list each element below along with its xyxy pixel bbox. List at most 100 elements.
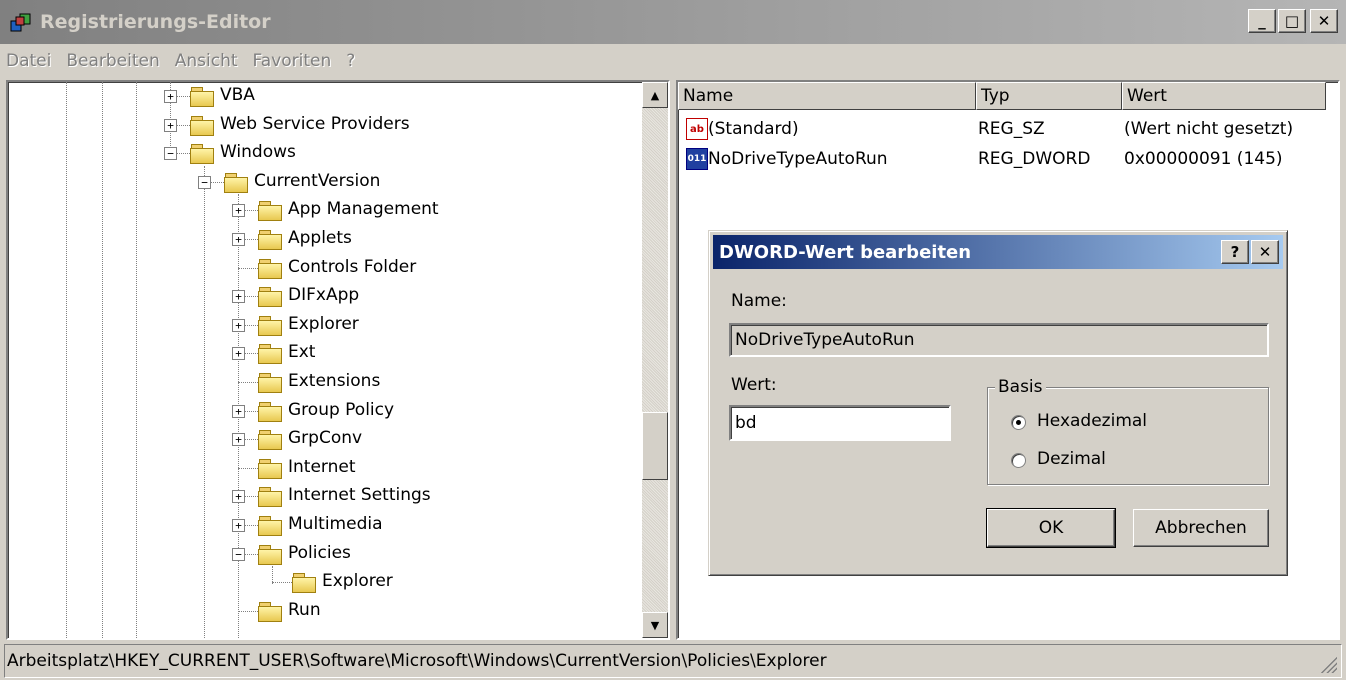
value-type: REG_DWORD <box>978 149 1091 169</box>
tree-scrollbar[interactable]: ▲ ▼ <box>642 82 668 638</box>
tree-node[interactable]: − CurrentVersion <box>8 168 638 196</box>
radio-hexadecimal[interactable] <box>1011 415 1026 430</box>
tree-node[interactable]: Run <box>8 597 638 625</box>
radio-decimal-label[interactable]: Dezimal <box>1037 449 1106 469</box>
tree-node-label: Internet <box>288 456 356 477</box>
tree-node-label: VBA <box>220 85 255 105</box>
tree-node-label: DIFxApp <box>288 285 360 306</box>
radio-decimal[interactable] <box>1011 453 1026 468</box>
expand-icon[interactable]: + <box>232 433 245 447</box>
value-label: Wert: <box>731 375 777 395</box>
menu-help[interactable]: ? <box>346 51 355 71</box>
column-header-value[interactable]: Wert <box>1122 82 1326 110</box>
folder-icon <box>258 201 282 222</box>
radio-hexadecimal-label[interactable]: Hexadezimal <box>1037 411 1147 431</box>
dialog-title-bar[interactable]: DWORD-Wert bearbeiten ? ✕ <box>713 235 1283 269</box>
tree-node[interactable]: − Windows <box>8 139 638 167</box>
menu-ansicht[interactable]: Ansicht <box>175 51 238 71</box>
tree-node[interactable]: + GrpConv <box>8 425 638 453</box>
menu-bearbeiten[interactable]: Bearbeiten <box>66 51 159 71</box>
list-header: Name Typ Wert <box>678 82 1338 110</box>
tree-node-label: Multimedia <box>288 514 383 534</box>
tree-node[interactable]: + Applets <box>8 225 638 253</box>
tree-node[interactable]: Extensions <box>8 368 638 396</box>
tree-connector <box>272 582 292 584</box>
expand-icon[interactable]: + <box>232 519 245 532</box>
expand-icon[interactable]: + <box>232 490 245 504</box>
tree-node-label: Windows <box>220 142 296 163</box>
tree-node[interactable]: Explorer <box>8 568 638 596</box>
maximize-button[interactable]: □ <box>1278 9 1306 33</box>
folder-icon <box>190 144 214 165</box>
expand-icon[interactable]: + <box>232 318 245 332</box>
expand-icon[interactable]: + <box>232 347 245 361</box>
tree-node-label: Group Policy <box>288 399 395 420</box>
tree-node[interactable]: + Group Policy <box>8 397 638 425</box>
tree-node[interactable]: + Web Service Providers <box>8 111 638 139</box>
collapse-icon[interactable]: − <box>232 547 245 561</box>
collapse-icon[interactable]: − <box>198 175 211 189</box>
expand-icon[interactable]: + <box>232 233 245 246</box>
scroll-up-button[interactable]: ▲ <box>642 82 668 108</box>
dialog-title: DWORD-Wert bearbeiten <box>719 241 972 263</box>
cancel-button[interactable]: Abbrechen <box>1133 509 1269 547</box>
list-row[interactable]: ab (Standard) REG_SZ (Wert nicht gesetzt… <box>678 114 1338 144</box>
column-header-type[interactable]: Typ <box>976 82 1122 110</box>
close-icon: ✕ <box>1317 11 1331 30</box>
expand-icon[interactable]: + <box>232 204 245 218</box>
folder-icon <box>224 172 248 193</box>
resize-grip-icon[interactable] <box>1321 657 1337 673</box>
tree-node[interactable]: + VBA <box>8 82 638 110</box>
close-button[interactable]: ✕ <box>1310 9 1338 33</box>
folder-icon <box>258 258 282 279</box>
dialog-help-button[interactable]: ? <box>1221 240 1249 264</box>
expand-icon[interactable]: + <box>232 290 245 304</box>
menu-bar: Datei Bearbeiten Ansicht Favoriten ? <box>0 44 1346 78</box>
tree-node[interactable]: Internet <box>8 454 638 482</box>
collapse-icon[interactable]: − <box>164 147 177 161</box>
expand-icon[interactable]: + <box>164 90 177 103</box>
registry-icon <box>10 13 31 32</box>
folder-icon <box>258 487 282 508</box>
dword-value-icon: 011 <box>686 148 708 170</box>
window-title: Registrierungs-Editor <box>40 11 271 33</box>
status-bar: Arbeitsplatz\HKEY_CURRENT_USER\Software\… <box>4 644 1342 678</box>
expand-icon[interactable]: + <box>164 118 177 132</box>
tree-node-label: CurrentVersion <box>254 170 381 191</box>
value-data-input[interactable]: bd <box>729 405 951 441</box>
folder-icon <box>258 516 282 536</box>
list-row[interactable]: 011 NoDriveTypeAutoRun REG_DWORD 0x00000… <box>678 144 1338 174</box>
key-tree-pane[interactable]: + VBA + Web Service Providers − Windows − Curre… <box>6 80 670 640</box>
title-bar[interactable]: Registrierungs-Editor _ □ ✕ <box>0 0 1346 44</box>
tree-node[interactable]: + Multimedia <box>8 511 638 539</box>
tree-connector <box>238 267 258 269</box>
tree-node[interactable]: + Internet Settings <box>8 482 638 510</box>
name-label: Name: <box>731 291 787 311</box>
ok-button[interactable]: OK <box>986 508 1116 548</box>
column-header-name[interactable]: Name <box>678 82 976 110</box>
minimize-button[interactable]: _ <box>1248 9 1276 33</box>
tree-node-label: Internet Settings <box>288 485 431 506</box>
help-icon: ? <box>1230 242 1240 261</box>
tree-node[interactable]: + Ext <box>8 339 638 367</box>
tree-node-label: Explorer <box>322 571 393 592</box>
arrow-down-icon: ▼ <box>650 618 660 632</box>
registry-editor-window: Registrierungs-Editor _ □ ✕ Datei Bearbe… <box>0 0 1346 680</box>
dialog-close-button[interactable]: ✕ <box>1251 240 1279 264</box>
menu-datei[interactable]: Datei <box>6 51 51 71</box>
tree-node[interactable]: + DIFxApp <box>8 282 638 310</box>
tree-node-label: Extensions <box>288 371 381 391</box>
tree-node[interactable]: − Policies <box>8 540 638 568</box>
tree-connector <box>238 610 258 612</box>
folder-icon <box>258 544 282 565</box>
tree-node-label: App Management <box>288 199 439 220</box>
scroll-down-button[interactable]: ▼ <box>642 612 668 638</box>
tree-node[interactable]: + Explorer <box>8 311 638 339</box>
scroll-thumb[interactable] <box>642 412 668 480</box>
expand-icon[interactable]: + <box>232 404 245 418</box>
tree-node[interactable]: Controls Folder <box>8 254 638 282</box>
value-type: REG_SZ <box>978 119 1045 139</box>
folder-icon <box>190 115 214 136</box>
menu-favoriten[interactable]: Favoriten <box>253 51 332 71</box>
tree-node[interactable]: + App Management <box>8 196 638 224</box>
